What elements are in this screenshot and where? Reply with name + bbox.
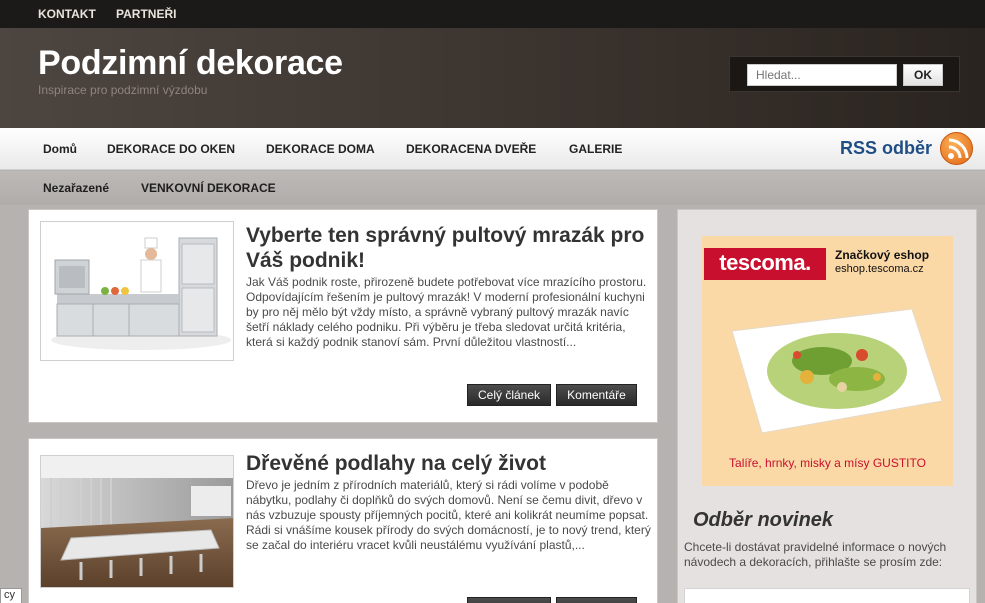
comments-button[interactable]: Komentáře — [556, 384, 637, 406]
read-more-button[interactable] — [467, 597, 551, 603]
post-excerpt: Dřevo je jedním z přírodních materiálů, … — [246, 478, 651, 552]
rss-label[interactable]: RSS odběr — [840, 138, 932, 159]
corner-tooltip: cy — [0, 588, 22, 603]
post-thumbnail-kitchen[interactable] — [40, 221, 234, 361]
ad-headline: Značkový eshop — [835, 248, 930, 262]
sub-nav: Nezařazené VENKOVNÍ DEKORACE — [0, 171, 985, 205]
post-card: Vyberte ten správný pultový mrazák pro V… — [28, 209, 658, 423]
nav-partneri[interactable]: PARTNEŘI — [116, 7, 176, 21]
post-thumbnail-wooden-floor[interactable] — [40, 455, 234, 588]
nav-galerie[interactable]: GALERIE — [569, 142, 622, 156]
search-box: OK — [729, 56, 960, 92]
newsletter-text: Chcete-li dostávat pravidelné informace … — [684, 540, 947, 569]
newsletter-title: Odběr novinek — [693, 509, 834, 531]
post-excerpt: Jak Váš podnik roste, přirozeně budete p… — [246, 275, 647, 349]
search-input[interactable] — [747, 64, 897, 86]
comments-button[interactable] — [556, 597, 637, 603]
ad-footer-text: Talíře, hrnky, misky a mísy GUSTITO — [729, 456, 926, 470]
post-card: Dřevěné podlahy na celý život Dřevo je j… — [28, 438, 658, 603]
nav-nezarazene[interactable]: Nezařazené — [43, 181, 109, 195]
nav-kontakt[interactable]: KONTAKT — [38, 7, 96, 21]
nav-venkovni-dekorace[interactable]: VENKOVNÍ DEKORACE — [141, 181, 276, 195]
main-nav: Domů DEKORACE DO OKEN DEKORACE DOMA DEKO… — [0, 128, 985, 170]
rss-icon[interactable] — [940, 132, 973, 165]
search-button[interactable]: OK — [903, 64, 943, 86]
newsletter-form-box[interactable] — [684, 588, 970, 603]
site-title[interactable]: Podzimní dekorace — [38, 44, 343, 83]
tescoma-logo: tescoma. — [704, 248, 826, 280]
post-title[interactable]: Vyberte ten správný pultový mrazák pro V… — [246, 223, 646, 273]
post-title[interactable]: Dřevěné podlahy na celý život — [246, 451, 646, 476]
nav-dekorace-do-oken[interactable]: DEKORACE DO OKEN — [107, 142, 235, 156]
nav-domu[interactable]: Domů — [43, 142, 77, 156]
ad-url: eshop.tescoma.cz — [835, 263, 924, 275]
top-bar: KONTAKT PARTNEŘI — [0, 0, 985, 28]
nav-dekorace-na-dvere[interactable]: DEKORACENA DVEŘE — [406, 142, 536, 156]
site-tagline: Inspirace pro podzimní výzdobu — [38, 83, 208, 97]
site-header: Podzimní dekorace Inspirace pro podzimní… — [0, 28, 985, 128]
nav-dekorace-doma[interactable]: DEKORACE DOMA — [266, 142, 375, 156]
tescoma-ad-banner[interactable]: tescoma. Značkový eshop eshop.tescoma.cz… — [702, 236, 953, 486]
salad-plate-image — [731, 308, 943, 434]
read-more-button[interactable]: Celý článek — [467, 384, 551, 406]
sidebar: tescoma. Značkový eshop eshop.tescoma.cz… — [677, 209, 977, 603]
